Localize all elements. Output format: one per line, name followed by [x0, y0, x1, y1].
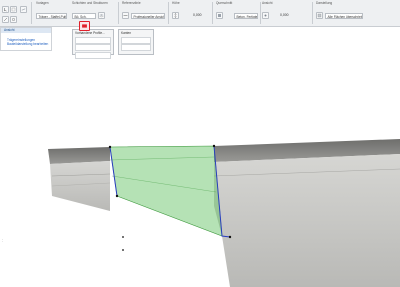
group-label-height: Höhe [172, 1, 180, 5]
offset-value[interactable]: 0,000 [280, 13, 289, 17]
left-beam[interactable] [48, 147, 111, 211]
selected-haunch-segment[interactable] [108, 144, 232, 239]
separator [31, 2, 32, 24]
separator [168, 2, 169, 24]
preset-dropdown[interactable]: Träger - Staffel-Pult... [36, 13, 67, 19]
info-box-toolbar: Vorlagen Schichten und Strukturen Refere… [0, 0, 400, 27]
override-dropdown[interactable]: Alle Flächen überschrieben [325, 13, 363, 19]
separator [212, 2, 213, 24]
separator [312, 2, 313, 24]
rotate-icon[interactable] [10, 16, 17, 23]
layer-icon[interactable] [98, 12, 105, 19]
height-icon[interactable] [172, 12, 179, 19]
origin-marker: ⁚ [2, 238, 4, 243]
reference-line-icon[interactable] [122, 12, 129, 19]
right-beam[interactable] [213, 139, 400, 287]
group-label-display: Darstellung [316, 1, 333, 5]
group-label-view: Ansicht [262, 1, 273, 5]
group-label-presets: Vorlagen [36, 1, 49, 5]
override-surfaces-icon[interactable] [316, 12, 323, 19]
view-icon[interactable] [262, 12, 269, 19]
material-dropdown[interactable]: Beton, Fertigteil... [234, 13, 258, 19]
arrow-tool-icon[interactable] [2, 6, 9, 13]
group-label-cross-section: Querschnitt [216, 1, 233, 5]
3d-viewport[interactable] [0, 26, 400, 287]
separator [260, 2, 261, 24]
geometry-method-icon[interactable] [2, 16, 9, 23]
group-label-reference-line: Referenzlinie [122, 1, 141, 5]
marquee-tool-icon[interactable] [10, 6, 17, 13]
structure-dropdown[interactable]: Bö. Sch. [72, 13, 96, 19]
group-label-layers: Schichten und Strukturen [72, 1, 108, 5]
beam-tool-icon[interactable] [20, 6, 27, 13]
profile-dropdown[interactable]: Professioneller Ansichtsstil... [131, 13, 165, 19]
hotspots[interactable] [122, 236, 124, 251]
cross-section-icon[interactable] [216, 12, 223, 19]
beam-3d-view[interactable] [0, 26, 400, 287]
separator [118, 2, 119, 24]
elevation-value[interactable]: 0,000 [193, 13, 202, 17]
